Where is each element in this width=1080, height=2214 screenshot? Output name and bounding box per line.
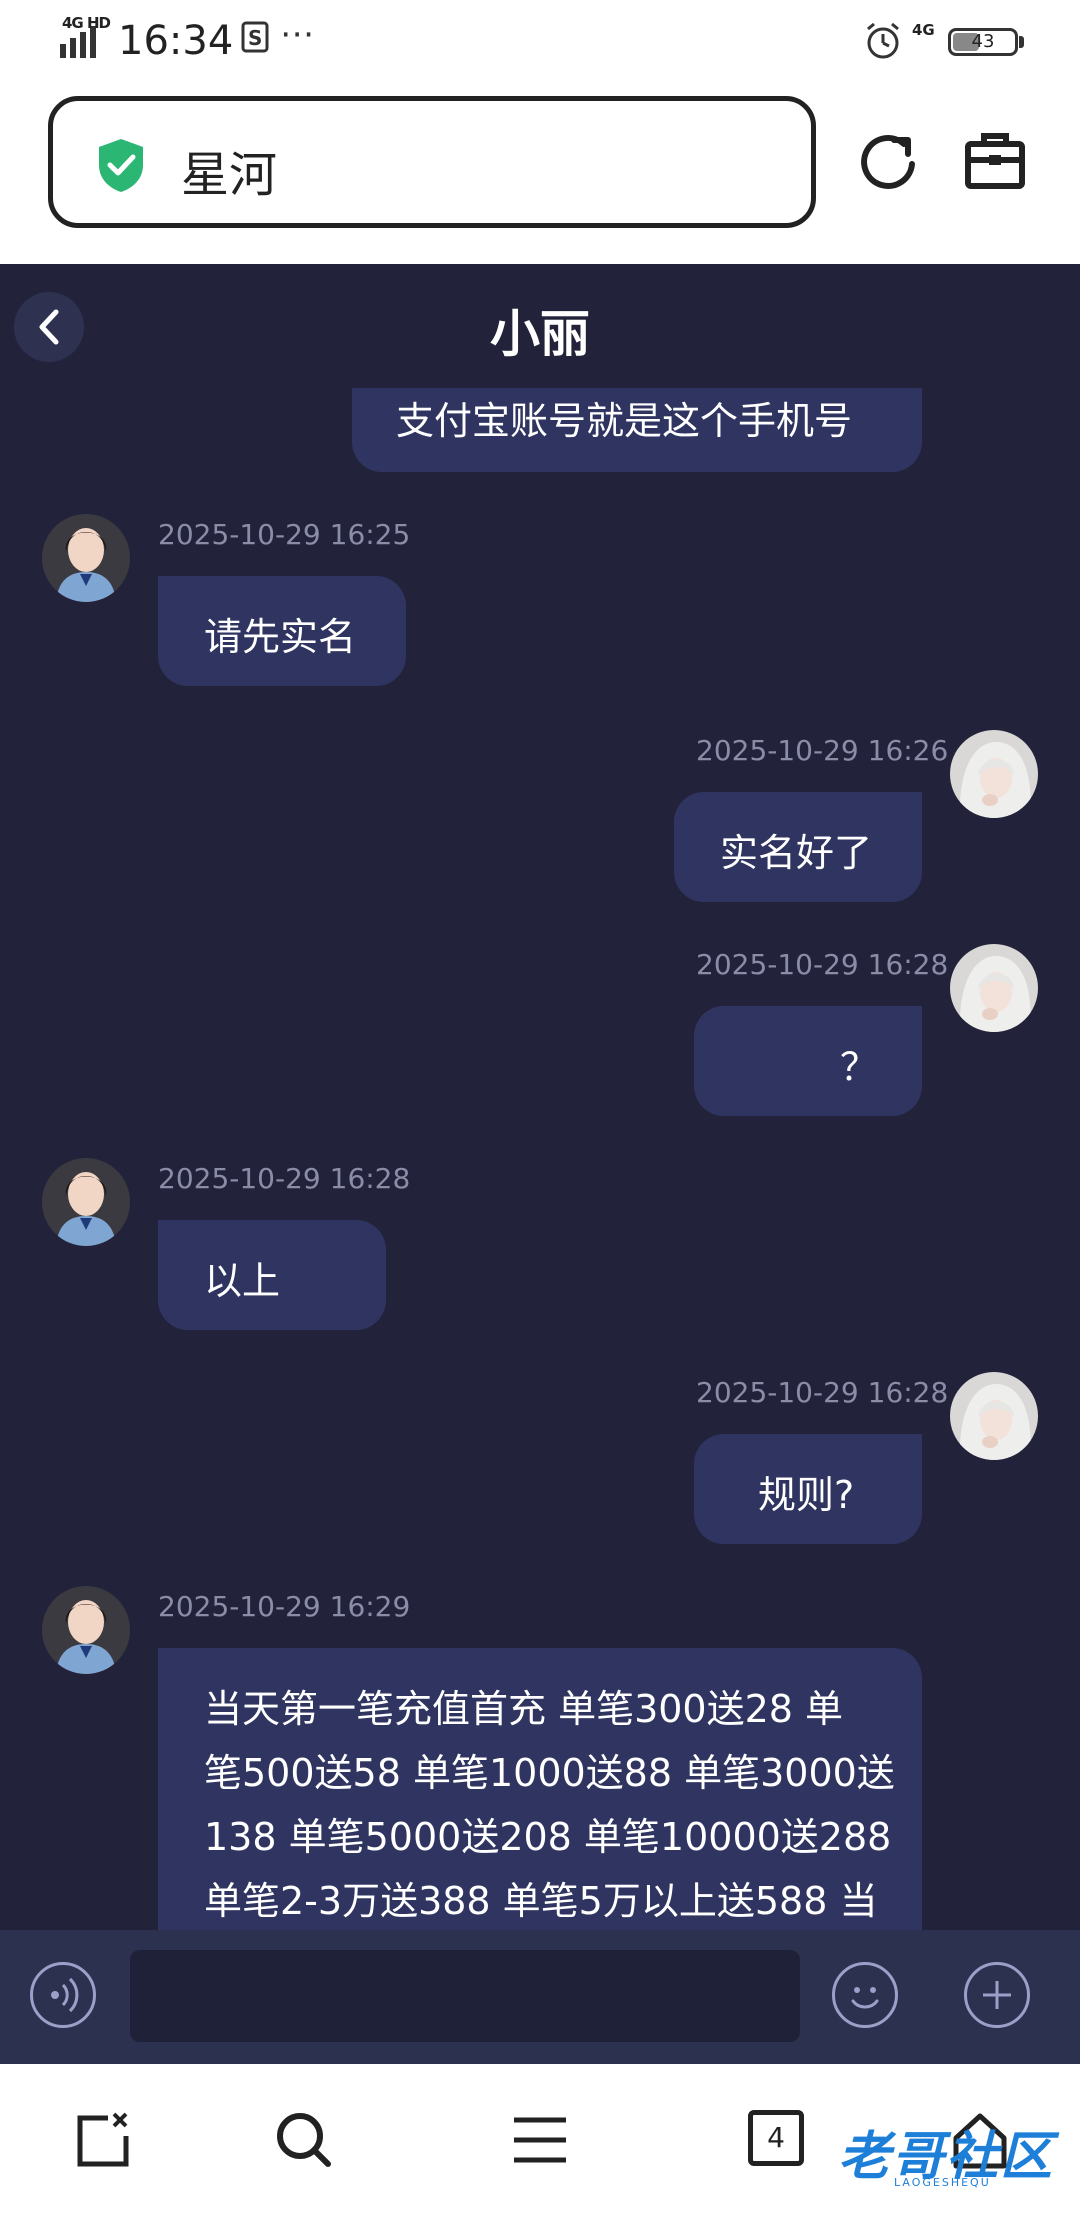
contact-avatar[interactable] [42,1158,130,1246]
message-text: 请先实名 [204,615,357,659]
svg-text:S: S [248,26,262,50]
chat-area[interactable]: 小丽 支付宝账号就是这个手机号 2025-10-29 16:25 请先实名 20… [0,264,1080,1930]
message-line: 单笔2-3万送388 单笔5万以上送588 当 [204,1879,878,1923]
message-bubble[interactable]: 以上 [158,1220,386,1330]
network-type-right: 4G [912,21,935,39]
message-line: 当天第一笔充值首充 单笔300送28 单 [204,1687,844,1731]
message-line: 138 单笔5000送208 单笔10000送288 [204,1815,892,1859]
clock: 16:34 [118,18,234,64]
address-bar[interactable]: 星河 [48,96,816,228]
watermark-logo: 老哥社区 LAOGESHEQU [838,2114,1068,2194]
network-type: 4G HD [62,14,111,32]
status-bar: 4G HD 16:34 S ⋯ 4G 43 [0,0,1080,88]
battery-cap [1019,36,1024,48]
message-text: 规则? [758,1473,855,1517]
message-line: 笔500送58 单笔1000送88 单笔3000送 [204,1751,895,1795]
more-button[interactable] [964,1962,1030,2028]
battery-percent: 43 [971,31,995,52]
message-text: 实名好了 [720,831,873,875]
message-bubble[interactable]: 实名好了 [674,792,922,902]
message-bubble[interactable]: 请先实名 [158,576,406,686]
chat-header: 小丽 [0,264,1080,388]
contact-avatar[interactable] [42,1586,130,1674]
message-timestamp: 2025-10-29 16:28 [696,1376,949,1409]
message-bubble[interactable]: 当天第一笔充值首充 单笔300送28 单 笔500送58 单笔1000送88 单… [158,1648,922,1930]
close-page-icon[interactable] [74,2110,134,2170]
tab-count: 4 [748,2110,804,2166]
message-input[interactable] [130,1950,800,2042]
message-bubble[interactable]: 规则? [694,1434,922,1544]
search-icon[interactable] [274,2110,334,2170]
voice-button[interactable] [30,1962,96,2028]
shield-check-icon [99,139,143,192]
chat-input-bar [0,1930,1080,2064]
message-text: 支付宝账号就是这个手机号 [396,399,853,443]
alarm-icon [867,22,899,59]
user-avatar[interactable] [950,944,1038,1032]
emoji-button[interactable] [832,1962,898,2028]
chat-title: 小丽 [490,305,590,363]
more-notifications: ⋯ [280,14,316,54]
user-avatar[interactable] [950,1372,1038,1460]
message-text: ？ [839,1045,878,1089]
toolbox-icon[interactable] [964,130,1026,190]
message-timestamp: 2025-10-29 16:28 [696,948,949,981]
watermark-subtext: LAOGESHEQU [894,2176,991,2189]
contact-avatar[interactable] [42,514,130,602]
battery-icon: 43 [948,28,1018,56]
user-avatar[interactable] [950,730,1038,818]
browser-bottom-nav: 4 老哥社区 LAOGESHEQU [0,2064,1080,2214]
message-timestamp: 2025-10-29 16:28 [158,1162,411,1195]
message-timestamp: 2025-10-29 16:25 [158,518,411,551]
emoji-icon [851,1987,879,2009]
tabs-button[interactable]: 4 [748,2110,808,2170]
menu-icon[interactable] [510,2110,570,2170]
message-bubble[interactable]: ？ [694,1006,922,1116]
site-name: 星河 [181,147,278,203]
message-timestamp: 2025-10-29 16:26 [696,734,949,767]
message-timestamp: 2025-10-29 16:29 [158,1590,411,1623]
voice-icon [51,1977,79,2013]
message-text: 以上 [204,1259,281,1303]
reload-icon[interactable] [858,130,920,192]
plus-icon [983,1981,1011,2009]
notification-icon: S [241,21,269,53]
